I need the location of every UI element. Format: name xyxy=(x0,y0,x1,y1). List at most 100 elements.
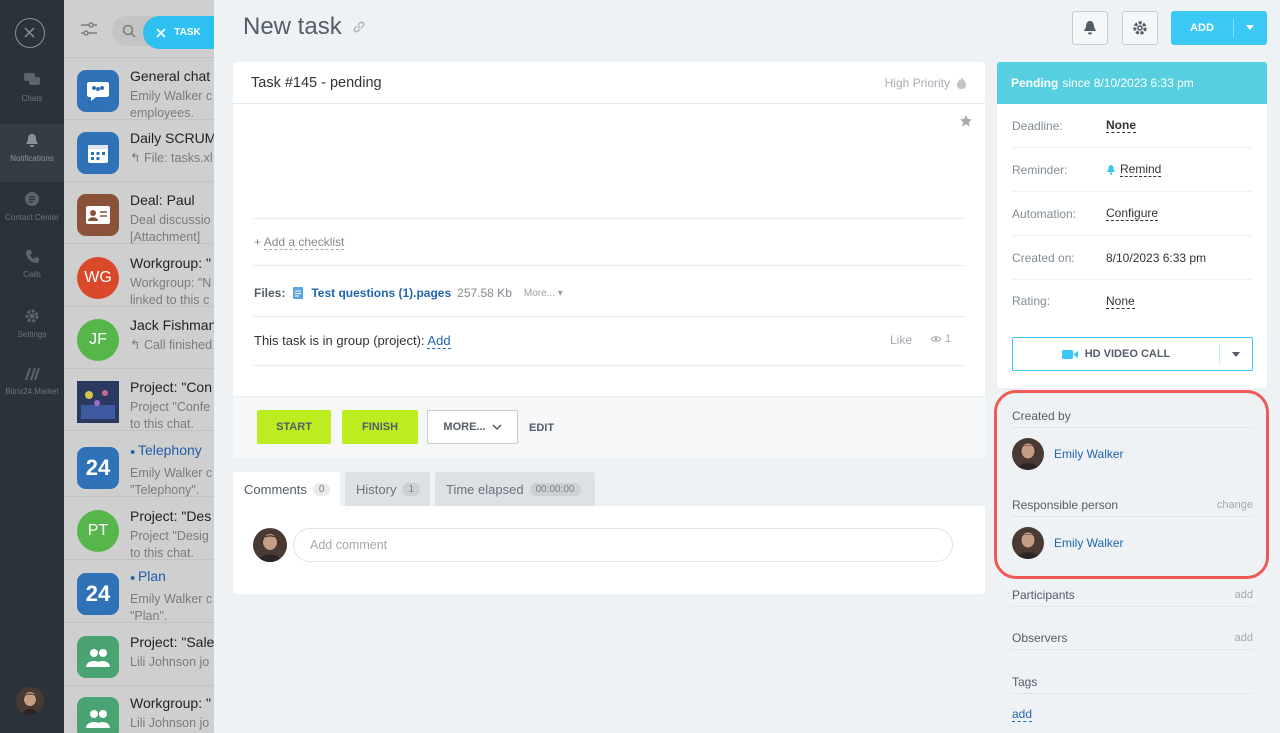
like-button[interactable]: Like xyxy=(890,333,912,347)
rating-value[interactable]: None xyxy=(1106,294,1135,309)
chat-preview: Emily Walker c employees. xyxy=(130,88,212,122)
section-header: Observers add xyxy=(1012,626,1253,650)
nav-item-contact-center[interactable]: Contact Center xyxy=(0,191,64,231)
market-icon xyxy=(25,367,40,381)
detail-key: Rating: xyxy=(1012,294,1051,308)
file-name-link[interactable]: Test questions (1).pages xyxy=(311,286,451,300)
participants-section: Participants add xyxy=(1012,583,1253,607)
avatar: 24 xyxy=(77,573,119,615)
status-since: since 8/10/2023 6:33 pm xyxy=(1062,76,1194,90)
add-checklist-link[interactable]: + Add a checklist xyxy=(254,235,345,250)
task-details-panel: Deadline: None Reminder: Remind Automati… xyxy=(997,104,1267,388)
tab-time-elapsed[interactable]: Time elapsed 00:00:00 xyxy=(435,472,595,506)
participants-add-link[interactable]: add xyxy=(1235,589,1253,601)
highlight-annotation xyxy=(994,390,1269,579)
chat-list-item[interactable]: WG Workgroup: " Workgroup: "N linked to thi… xyxy=(64,245,214,307)
comment-area: Add comment xyxy=(233,506,985,594)
star-icon[interactable] xyxy=(959,114,973,128)
chat-preview-line: [Attachment] xyxy=(130,230,201,244)
chat-list-item[interactable]: Deal: Paul Deal discussio [Attachment] xyxy=(64,182,214,244)
chat-title: Deal: Paul xyxy=(130,192,195,208)
divider xyxy=(253,265,965,266)
avatar: WG xyxy=(77,257,119,299)
chat-list-item[interactable]: PT Project: "Des Project "Desig to this cha… xyxy=(64,498,214,560)
bell-icon xyxy=(26,134,38,147)
deadline-value[interactable]: None xyxy=(1106,118,1136,133)
finish-button[interactable]: FINISH xyxy=(342,410,418,444)
filter-icon[interactable] xyxy=(80,22,98,36)
openline-icon: ● xyxy=(130,572,138,583)
file-more-menu[interactable]: More... ▾ xyxy=(524,288,563,299)
chat-list-item[interactable]: JF Jack Fishman ↰ Call finished xyxy=(64,307,214,369)
task-slider-close-button[interactable]: TASK xyxy=(143,16,214,49)
video-call-main[interactable]: HD VIDEO CALL xyxy=(1013,348,1219,360)
comment-placeholder: Add comment xyxy=(310,538,388,552)
chat-preview: Project "Desig to this chat. xyxy=(130,528,209,562)
video-call-button[interactable]: HD VIDEO CALL xyxy=(1012,337,1253,371)
settings-button[interactable] xyxy=(1122,11,1158,45)
task-card-header: Task #145 - pending High Priority xyxy=(233,62,985,104)
chat-list-item[interactable]: Daily SCRUM ↰ File: tasks.xl xyxy=(64,120,214,182)
recent-chats-panel: General chat Emily Walker c employees. Dail… xyxy=(64,0,214,733)
video-call-label: HD VIDEO CALL xyxy=(1084,348,1171,360)
phone-icon xyxy=(25,250,39,263)
observers-add-link[interactable]: add xyxy=(1235,632,1253,644)
chat-preview: Emily Walker c "Telephony". xyxy=(130,465,212,499)
detail-row-created-on: Created on: 8/10/2023 6:33 pm xyxy=(1012,236,1253,280)
chat-preview: Lili Johnson jo xyxy=(130,654,209,671)
follow-notifications-button[interactable] xyxy=(1072,11,1108,45)
file-size: 257.58 Kb xyxy=(457,286,512,300)
chat-preview-line: Emily Walker c xyxy=(130,466,213,480)
chat-list-item[interactable]: 24 ● Telephony Emily Walker c "Telephony". xyxy=(64,435,214,497)
chat-list-item[interactable]: Project: "Con Project "Confe to this chat. xyxy=(64,369,214,431)
nav-item-chats[interactable]: Chats xyxy=(0,72,64,112)
chat-preview-line: ↰ File: tasks.xl xyxy=(130,151,213,165)
chat-title: ● Plan xyxy=(130,568,166,584)
tags-add-link[interactable]: add xyxy=(1012,707,1033,722)
chevron-down-icon[interactable] xyxy=(1246,25,1254,30)
close-icon[interactable] xyxy=(15,18,45,48)
tab-comments[interactable]: Comments 0 xyxy=(233,472,340,506)
detail-key: Automation: xyxy=(1012,206,1077,221)
group-chat-icon xyxy=(77,70,119,112)
chat-preview-line: "Plan". xyxy=(130,609,168,623)
add-button-label: ADD xyxy=(1190,22,1214,34)
tab-count: 1 xyxy=(402,482,421,496)
link-icon[interactable] xyxy=(352,20,366,34)
chat-list-item[interactable]: Project: "Sale Lili Johnson jo xyxy=(64,624,214,686)
created-on-value: 8/10/2023 6:33 pm xyxy=(1106,250,1207,265)
user-avatar[interactable] xyxy=(16,687,44,715)
chat-title-text: Telephony xyxy=(137,442,202,458)
add-button[interactable]: ADD xyxy=(1171,11,1267,45)
configure-link[interactable]: Configure xyxy=(1106,206,1159,221)
nav-item-market[interactable]: Bitrix24.Market xyxy=(0,367,64,407)
priority-toggle[interactable]: High Priority xyxy=(885,76,967,90)
nav-item-calls[interactable]: Calls xyxy=(0,249,64,289)
task-slider: New task ADD Task #145 - pending High Pr… xyxy=(214,0,1280,733)
comment-input[interactable]: Add comment xyxy=(293,528,953,562)
chat-title: Project: "Des xyxy=(130,508,212,524)
video-call-menu[interactable] xyxy=(1220,351,1252,357)
chat-preview-line: Deal discussio xyxy=(130,213,211,227)
chat-list-item[interactable]: Workgroup: " Lili Johnson jo xyxy=(64,685,214,733)
more-actions-button[interactable]: MORE... xyxy=(427,410,518,444)
nav-item-notifications[interactable]: Notifications xyxy=(0,124,64,182)
chat-list-item[interactable]: General chat Emily Walker c employees. xyxy=(64,58,214,120)
tab-history[interactable]: History 1 xyxy=(345,472,430,506)
edit-button[interactable]: EDIT xyxy=(529,422,554,434)
detail-row-reminder: Reminder: Remind xyxy=(1012,148,1253,192)
remind-link[interactable]: Remind xyxy=(1120,162,1162,177)
chat-list-item[interactable]: 24 ● Plan Emily Walker c "Plan". xyxy=(64,561,214,623)
tab-label: History xyxy=(356,481,397,497)
divider xyxy=(253,365,965,366)
start-button[interactable]: START xyxy=(257,410,331,444)
nav-item-settings[interactable]: Settings xyxy=(0,308,64,348)
chat-preview: Workgroup: "N linked to this c xyxy=(130,275,211,309)
bell-icon xyxy=(1107,165,1115,175)
nav-label: Notifications xyxy=(10,154,54,163)
group-add-link[interactable]: Add xyxy=(427,333,451,349)
observers-section: Observers add xyxy=(1012,626,1253,650)
deal-card-icon xyxy=(77,194,119,236)
detail-row-automation: Automation: Configure xyxy=(1012,192,1253,236)
chat-icon xyxy=(24,73,40,85)
